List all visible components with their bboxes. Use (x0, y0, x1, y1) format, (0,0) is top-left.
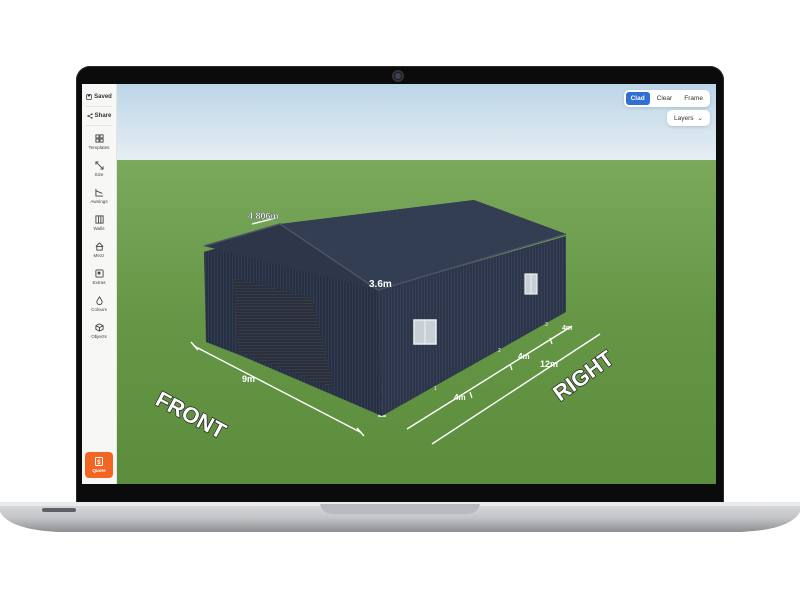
3d-viewport[interactable]: 4.806m 3.6m 9m 4m 4m 4m 12m 1 2 3 FRONT … (82, 84, 716, 484)
sidebar-item-objects[interactable]: Objects (82, 317, 116, 344)
sidebar-divider (86, 125, 112, 126)
share-icon (87, 113, 93, 119)
quote-icon: $ (95, 457, 103, 466)
share-label: Share (94, 113, 112, 119)
height-label: 3.6m (369, 279, 392, 290)
sidebar-item-label: Colours (91, 306, 107, 312)
sidebar-item-colours[interactable]: Colours (82, 290, 116, 317)
bay-number-3: 3 (545, 322, 548, 328)
laptop-frame: 4.806m 3.6m 9m 4m 4m 4m 12m 1 2 3 FRONT … (0, 0, 800, 600)
bay1-label: 4m (454, 393, 466, 402)
svg-text:$: $ (97, 460, 101, 466)
app-screen: 4.806m 3.6m 9m 4m 4m 4m 12m 1 2 3 FRONT … (82, 84, 716, 484)
saved-status[interactable]: Saved (86, 90, 112, 104)
clear-button[interactable]: Clear (652, 92, 678, 105)
resize-icon (94, 160, 104, 170)
sidebar-item-templates[interactable]: Templates (82, 128, 116, 155)
bay-number-2: 2 (498, 348, 501, 354)
quote-button[interactable]: $ Quote (85, 452, 113, 478)
bay2-label: 4m (518, 352, 530, 361)
sidebar-divider (86, 106, 112, 107)
quote-label: Quote (92, 468, 106, 473)
house-icon (95, 241, 103, 251)
sidebar-item-label: Mezz (93, 252, 105, 258)
tool-sidebar: Saved Share Templates Size Awnings Walls… (82, 84, 117, 484)
view-mode-toggle: Clad Clear Frame (623, 90, 710, 107)
bay-number-1: 1 (434, 386, 437, 392)
front-width-label: 9m (242, 374, 255, 384)
window-2 (524, 273, 538, 295)
sidebar-item-label: Objects (91, 333, 107, 339)
awning-icon (94, 188, 103, 197)
sidebar-item-extras[interactable]: Extras (82, 263, 116, 290)
sidebar-item-walls[interactable]: Walls (82, 209, 116, 236)
sidebar-item-label: Templates (88, 144, 110, 150)
sidebar-item-label: Size (94, 171, 104, 177)
roof-width-label: 4.806m (248, 211, 279, 221)
webcam (392, 70, 404, 82)
window-1 (413, 319, 437, 345)
chevron-down-icon: ⌄ (697, 115, 703, 122)
laptop-base (0, 502, 800, 532)
share-button[interactable]: Share (87, 109, 112, 123)
sidebar-item-label: Awnings (90, 198, 108, 204)
layers-label: Layers (674, 114, 694, 122)
sidebar-item-awnings[interactable]: Awnings (82, 182, 116, 209)
cube-icon (94, 322, 104, 332)
sidebar-item-size[interactable]: Size (82, 155, 116, 182)
sidebar-item-label: Walls (93, 225, 105, 231)
total-length-label: 12m (540, 359, 558, 369)
bay3-label: 4m (562, 325, 572, 332)
saved-label: Saved (94, 94, 112, 100)
layers-dropdown[interactable]: Layers ⌄ (667, 110, 710, 126)
droplet-icon (95, 295, 103, 305)
save-icon (86, 94, 92, 100)
sidebar-item-label: Extras (92, 279, 106, 285)
sidebar-item-mezz[interactable]: Mezz (82, 236, 116, 263)
grid-icon (94, 133, 104, 143)
frame-button[interactable]: Frame (679, 92, 708, 105)
walls-icon (94, 214, 104, 224)
clad-button[interactable]: Clad (625, 92, 650, 105)
extras-icon (94, 268, 104, 278)
sky (82, 84, 716, 164)
